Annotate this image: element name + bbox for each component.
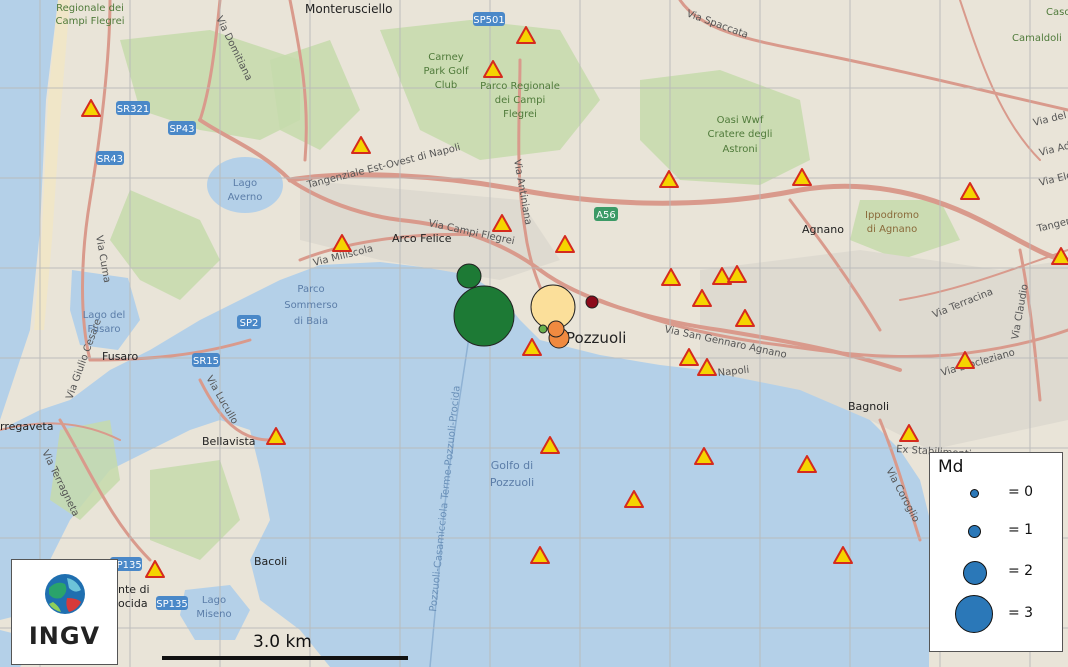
- place-agnano: Agnano: [802, 223, 844, 236]
- legend-label: = 3: [1008, 605, 1034, 621]
- place-fusaro-lake-1: Lago del: [83, 310, 126, 321]
- legend-title: Md: [938, 457, 964, 477]
- svg-text:SR321: SR321: [117, 104, 149, 115]
- place-oasi-3: Astroni: [722, 144, 757, 155]
- place-bacoli: Bacoli: [254, 555, 287, 568]
- legend-dot-md3: [955, 595, 993, 633]
- svg-text:SP135: SP135: [156, 599, 187, 610]
- place-regionale-2: Campi Flegrei: [55, 16, 124, 27]
- shield-sr43: SR43: [96, 151, 124, 165]
- legend-row-2: = 2: [930, 555, 1064, 595]
- svg-text:SR15: SR15: [193, 356, 219, 367]
- scale-label: 3.0 km: [253, 632, 312, 652]
- shield-sr15: SR15: [192, 353, 220, 367]
- earthquake-circle[interactable]: [547, 320, 565, 338]
- legend-dot-md1: [968, 525, 981, 538]
- legend-label: = 1: [1008, 522, 1034, 538]
- place-averno-2: Averno: [228, 192, 263, 203]
- legend-row-3: = 3: [930, 593, 1064, 633]
- place-miseno-2: Miseno: [196, 609, 231, 620]
- place-procida-2: ocida: [118, 597, 148, 610]
- place-oasi-1: Oasi Wwf: [717, 115, 764, 126]
- place-bagnoli: Bagnoli: [848, 400, 889, 413]
- magnitude-legend: Md = 0 = 1 = 2 = 3: [929, 452, 1063, 652]
- shield-sp135b: SP135: [156, 596, 188, 610]
- place-fusaro-lake-2: Fusaro: [88, 324, 121, 335]
- place-miseno-1: Lago: [202, 595, 226, 606]
- legend-row-0: = 0: [930, 479, 1064, 519]
- shield-sr321: SR321: [116, 101, 150, 115]
- scale-bar: [162, 656, 408, 660]
- place-monterusciello: Monterusciello: [305, 2, 393, 16]
- place-fusaro: Fusaro: [102, 350, 138, 363]
- shield-sp501: SP501: [473, 12, 505, 26]
- place-carney-1: Carney: [428, 52, 464, 63]
- place-arco-felice: Arco Felice: [392, 232, 452, 245]
- place-camaldoli: Camaldoli: [1012, 33, 1062, 44]
- place-oasi-2: Cratere degli: [708, 129, 773, 140]
- place-caso: Caso: [1046, 7, 1068, 18]
- place-averno-1: Lago: [233, 178, 257, 189]
- place-torregaveta: rregaveta: [0, 420, 53, 433]
- place-carney-2: Park Golf: [424, 66, 469, 77]
- svg-text:SP2: SP2: [240, 318, 259, 329]
- logo-text: INGV: [28, 622, 101, 650]
- place-ippodromo-1: Ippodromo: [865, 210, 919, 221]
- place-parco-reg-2: dei Campi: [495, 95, 545, 106]
- svg-text:SP501: SP501: [473, 15, 504, 26]
- svg-text:A56: A56: [596, 210, 616, 221]
- place-parco-reg-3: Flegrei: [503, 109, 537, 120]
- place-carney-3: Club: [435, 80, 457, 91]
- place-golfo-1: Golfo di: [491, 459, 533, 472]
- earthquake-circle[interactable]: [456, 263, 482, 289]
- place-parco-reg-1: Parco Regionale: [480, 81, 560, 92]
- shield-sp43: SP43: [168, 121, 196, 135]
- place-sommerso-3: di Baia: [294, 316, 328, 327]
- legend-label: = 2: [1008, 563, 1034, 579]
- map-canvas[interactable]: SP501 SR321 SP43 SR43 A56 SP2 SR15 SP135…: [0, 0, 1068, 667]
- place-sommerso-1: Parco: [297, 284, 324, 295]
- place-regionale-1: Regionale dei: [56, 3, 124, 14]
- shield-a56: A56: [594, 207, 618, 221]
- shield-sp2: SP2: [237, 315, 261, 329]
- legend-dot-md2: [963, 561, 987, 585]
- earthquake-circle[interactable]: [453, 285, 515, 347]
- globe-icon: [45, 574, 85, 614]
- legend-dot-md0: [970, 489, 979, 498]
- place-golfo-2: Pozzuoli: [490, 476, 534, 489]
- ingv-logo: INGV: [11, 559, 118, 665]
- svg-text:SR43: SR43: [97, 154, 123, 165]
- place-procida-1: nte di: [118, 583, 150, 596]
- svg-text:SP43: SP43: [169, 124, 194, 135]
- place-ippodromo-2: di Agnano: [867, 224, 917, 235]
- place-bellavista: Bellavista: [202, 435, 256, 448]
- earthquake-circle[interactable]: [538, 324, 548, 334]
- legend-label: = 0: [1008, 484, 1034, 500]
- place-sommerso-2: Sommerso: [284, 300, 338, 311]
- earthquake-circle[interactable]: [585, 295, 599, 309]
- legend-row-1: = 1: [930, 517, 1064, 557]
- place-pozzuoli: Pozzuoli: [566, 329, 626, 347]
